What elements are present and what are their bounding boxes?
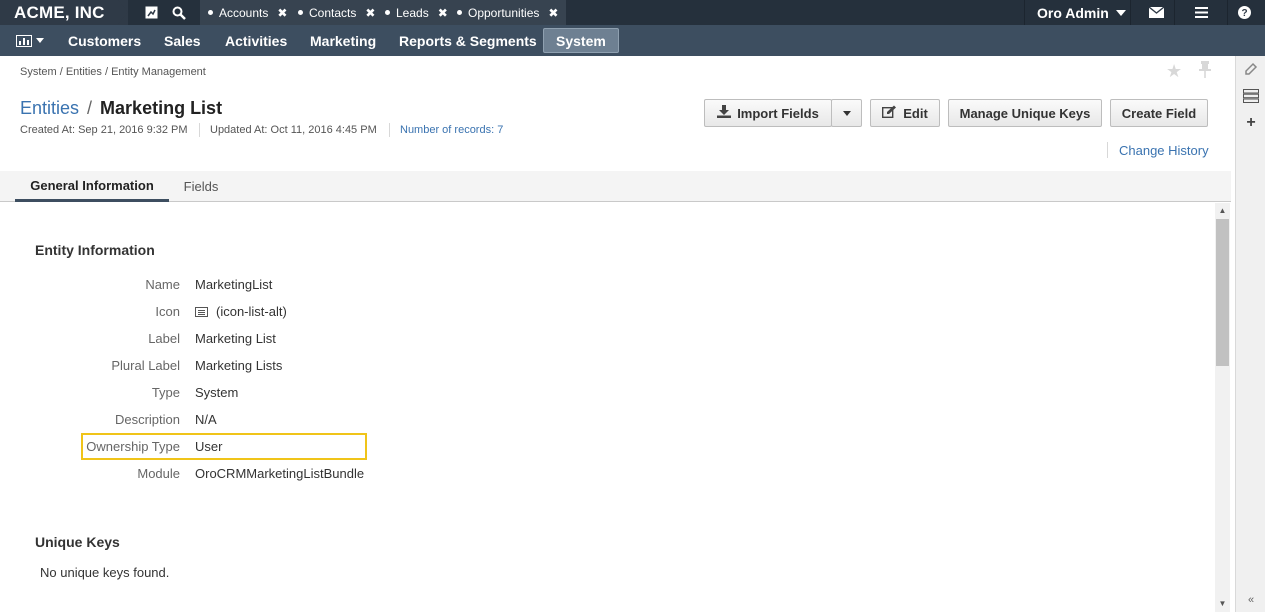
chevron-down-icon — [1115, 9, 1126, 16]
field-value: System — [195, 385, 239, 400]
nav-reports-segments[interactable]: Reports & Segments — [399, 25, 537, 56]
tab-bar: General Information Fields — [0, 171, 1231, 202]
tab-fields[interactable]: Fields — [170, 171, 232, 202]
side-panel: + « — [1235, 56, 1265, 612]
change-history-link[interactable]: Change History — [1119, 143, 1209, 158]
close-icon[interactable]: ✖ — [365, 6, 375, 20]
entity-name: Marketing List — [100, 98, 223, 118]
edit-icon — [882, 105, 897, 121]
chevron-down-icon — [842, 110, 851, 116]
field-value: User — [195, 439, 223, 454]
info-row-label: Label Marketing List — [0, 331, 500, 351]
page-title: Entities / Marketing List — [20, 98, 223, 118]
breadcrumb: System / Entities / Entity Management — [20, 66, 206, 78]
field-value: Marketing Lists — [195, 358, 283, 373]
field-value: MarketingList — [195, 277, 273, 292]
create-field-button[interactable]: Create Field — [1110, 99, 1208, 127]
open-tab-contacts[interactable]: Contacts ✖ — [290, 0, 385, 25]
add-icon[interactable]: + — [1236, 114, 1265, 132]
nav-activities[interactable]: Activities — [225, 25, 287, 56]
edit-button[interactable]: Edit — [870, 99, 940, 127]
search-icon[interactable] — [165, 0, 193, 25]
field-label: Description — [114, 412, 180, 427]
open-tab-label: Contacts — [309, 5, 357, 20]
brand-logo[interactable]: ACME, INC — [0, 0, 128, 25]
field-value: Marketing List — [195, 331, 276, 346]
field-label: Ownership Type — [86, 439, 180, 454]
open-tab-label: Accounts — [219, 5, 269, 20]
empty-state-message: No unique keys found. — [40, 565, 170, 580]
field-label: Icon — [155, 304, 180, 319]
download-icon — [717, 105, 732, 121]
info-row-ownership-type: Ownership Type User — [0, 439, 500, 459]
dashboard-menu[interactable] — [16, 25, 44, 56]
user-menu[interactable]: Oro Admin — [1024, 0, 1131, 25]
manage-unique-keys-button[interactable]: Manage Unique Keys — [948, 99, 1102, 127]
import-fields-button[interactable]: Import Fields — [704, 99, 832, 127]
pin-icon[interactable] — [1198, 61, 1212, 84]
scroll-up-icon[interactable]: ▲ — [1215, 206, 1230, 215]
main-navigation: Customers Sales Activities Marketing Rep… — [0, 25, 1265, 56]
open-tab-accounts[interactable]: Accounts ✖ — [200, 0, 297, 25]
dashboard-icon — [16, 34, 32, 47]
info-row-type: Type System — [0, 385, 500, 405]
close-icon[interactable]: ✖ — [438, 6, 448, 20]
field-label: Type — [151, 385, 180, 400]
favorite-star-icon[interactable]: ★ — [1166, 61, 1182, 82]
import-fields-dropdown-toggle[interactable] — [831, 99, 862, 127]
list-view-icon[interactable] — [1236, 89, 1265, 106]
close-icon[interactable]: ✖ — [548, 6, 558, 20]
nav-sales[interactable]: Sales — [164, 25, 201, 56]
field-label: Module — [137, 466, 180, 481]
user-name: Oro Admin — [1037, 4, 1109, 21]
info-row-icon: Icon (icon-list-alt) — [0, 304, 500, 324]
field-label: Label — [148, 331, 180, 346]
help-icon[interactable]: ? — [1230, 0, 1258, 25]
pencil-icon[interactable] — [1236, 62, 1265, 79]
svg-text:?: ? — [1241, 8, 1247, 19]
field-value: N/A — [195, 412, 217, 427]
scroll-down-icon[interactable]: ▼ — [1215, 599, 1230, 608]
open-tab-leads[interactable]: Leads ✖ — [377, 0, 457, 25]
collapse-icon[interactable]: « — [1236, 594, 1265, 606]
tab-general-information[interactable]: General Information — [15, 171, 169, 202]
field-label: Plural Label — [111, 358, 180, 373]
created-at: Created At: Sep 21, 2016 9:32 PM — [20, 124, 188, 136]
info-row-plural-label: Plural Label Marketing Lists — [0, 358, 500, 378]
mail-icon[interactable] — [1142, 0, 1170, 25]
entities-link[interactable]: Entities — [20, 98, 79, 118]
info-row-description: Description N/A — [0, 412, 500, 432]
chevron-down-icon — [36, 38, 44, 43]
number-of-records-link[interactable]: Number of records: 7 — [400, 124, 503, 136]
list-alt-icon — [195, 307, 208, 317]
info-row-name: Name MarketingList — [0, 277, 500, 297]
field-value: OroCRMMarketingListBundle — [195, 466, 365, 481]
updated-at: Updated At: Oct 11, 2016 4:45 PM — [210, 124, 377, 136]
open-tab-label: Leads — [396, 5, 429, 20]
open-tab-opportunities[interactable]: Opportunities ✖ — [449, 0, 568, 25]
menu-icon[interactable] — [1187, 0, 1215, 25]
pinned-pages-icon[interactable] — [137, 0, 165, 25]
info-row-module: Module OroCRMMarketingListBundle — [0, 466, 500, 486]
entity-information-heading: Entity Information — [35, 242, 155, 258]
nav-marketing[interactable]: Marketing — [310, 25, 376, 56]
unique-keys-heading: Unique Keys — [35, 534, 120, 550]
field-label: Name — [145, 277, 180, 292]
nav-system[interactable]: System — [543, 28, 619, 53]
scrollbar-thumb[interactable] — [1216, 219, 1229, 366]
open-tab-label: Opportunities — [468, 5, 540, 20]
top-bar: ACME, INC Accounts ✖ Contacts ✖ Leads ✖ Opp… — [0, 0, 1265, 25]
nav-customers[interactable]: Customers — [68, 25, 141, 56]
field-value: (icon-list-alt) — [216, 304, 287, 319]
close-icon[interactable]: ✖ — [277, 6, 287, 20]
